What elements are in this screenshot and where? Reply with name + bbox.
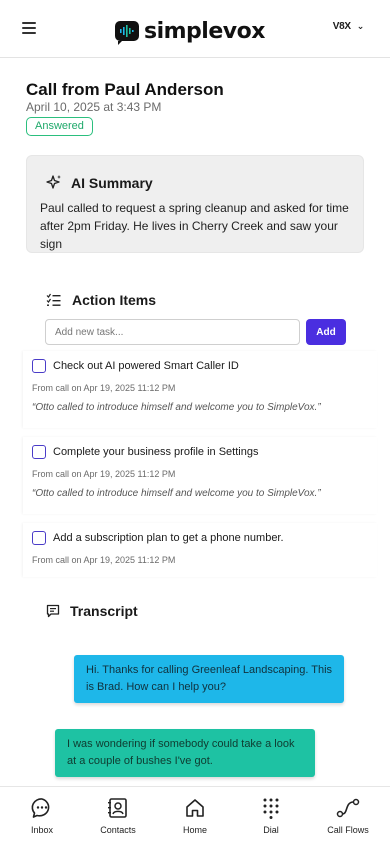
new-task-input[interactable] (45, 319, 300, 345)
task-item: Complete your business profile in Settin… (23, 437, 377, 514)
call-date: April 10, 2025 at 3:43 PM (26, 100, 162, 114)
bottom-nav: Inbox Contacts Home Dial Call Flows (0, 786, 390, 844)
task-row: Add a subscription plan to get a phone n… (32, 531, 284, 545)
task-title: Complete your business profile in Settin… (53, 446, 259, 458)
nav-call-flows[interactable]: Call Flows (313, 797, 383, 835)
add-task-button[interactable]: Add (306, 319, 346, 345)
transcript-message-caller: I was wondering if somebody could take a… (55, 729, 315, 777)
task-checkbox[interactable] (32, 359, 46, 373)
contacts-icon (108, 798, 127, 818)
ai-summary-header: AI Summary (45, 174, 153, 192)
task-meta: From call on Apr 19, 2025 11:12 PM (32, 469, 176, 479)
ai-summary-text: Paul called to request a spring cleanup … (40, 201, 349, 251)
nav-label: Dial (263, 825, 279, 835)
chevron-down-icon: ⌄ (356, 21, 365, 31)
dialpad-icon (263, 798, 279, 819)
task-quote: “Otto called to introduce himself and we… (32, 402, 321, 413)
nav-label: Inbox (30, 825, 54, 835)
home-icon (186, 799, 204, 817)
call-detail: Call from Paul Anderson April 10, 2025 a… (0, 58, 390, 786)
task-title: Check out AI powered Smart Caller ID (53, 360, 239, 372)
task-row: Complete your business profile in Settin… (32, 445, 258, 459)
nav-home[interactable]: Home (160, 797, 230, 835)
task-quote: “Otto called to introduce himself and we… (32, 488, 321, 499)
task-checkbox[interactable] (32, 445, 46, 459)
chat-bubble-icon (31, 798, 50, 818)
task-row: Check out AI powered Smart Caller ID (32, 359, 239, 373)
transcript-icon (46, 604, 60, 618)
sparkle-icon (46, 175, 61, 189)
hamburger-icon[interactable] (22, 22, 36, 34)
action-items-section: Action Items Add (24, 282, 364, 354)
transcript-heading: Transcript (70, 603, 138, 619)
nav-contacts[interactable]: Contacts (83, 797, 153, 835)
task-item: Add a subscription plan to get a phone n… (23, 523, 377, 577)
top-bar: simplevox V8X ⌄ (0, 0, 390, 58)
action-items-header: Action Items (46, 292, 156, 308)
status-badge: Answered (26, 117, 93, 136)
account-label: V8X (332, 21, 351, 32)
nav-label: Contacts (100, 825, 136, 835)
transcript-header: Transcript (46, 603, 138, 619)
task-item: Check out AI powered Smart Caller ID Fro… (23, 351, 377, 428)
nav-label: Call Flows (327, 825, 369, 835)
task-meta: From call on Apr 19, 2025 11:12 PM (32, 383, 176, 393)
nav-dial[interactable]: Dial (236, 797, 306, 835)
ai-summary-heading: AI Summary (71, 175, 153, 191)
brand-logo[interactable]: simplevox (115, 15, 265, 47)
transcript-message-agent: Hi. Thanks for calling Greenleaf Landsca… (74, 655, 344, 703)
checklist-icon (46, 293, 61, 306)
logo-mark-icon (115, 21, 139, 45)
nav-label: Home (182, 825, 207, 835)
task-meta: From call on Apr 19, 2025 11:12 PM (32, 555, 176, 565)
page-title: Call from Paul Anderson (26, 80, 224, 99)
account-switcher[interactable]: V8X ⌄ (332, 21, 365, 32)
ai-summary-card: AI Summary Paul called to request a spri… (26, 155, 364, 253)
task-checkbox[interactable] (32, 531, 46, 545)
action-items-heading: Action Items (72, 292, 157, 308)
brand-name: simplevox (144, 18, 265, 44)
nav-inbox[interactable]: Inbox (7, 797, 77, 835)
call-flows-icon (336, 798, 360, 818)
task-title: Add a subscription plan to get a phone n… (53, 532, 284, 544)
